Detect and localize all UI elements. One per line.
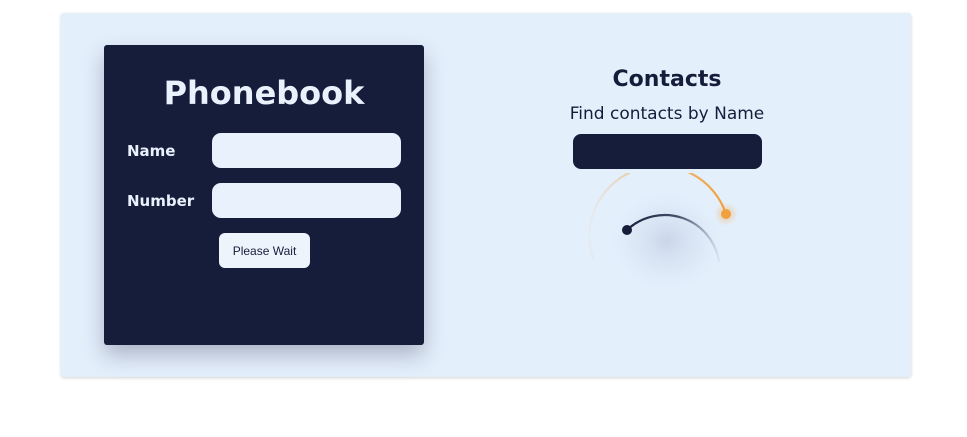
filter-input[interactable]: [573, 134, 762, 169]
add-contact-button[interactable]: Please Wait: [219, 233, 310, 268]
number-input[interactable]: [212, 183, 401, 218]
loader-accent-dot: [721, 209, 731, 219]
phonebook-title: Phonebook: [163, 74, 365, 112]
contacts-title: Contacts: [612, 67, 722, 92]
phonebook-form: Phonebook Name Number Please Wait: [104, 45, 424, 345]
loading-spinner-icon: [588, 173, 738, 296]
name-input[interactable]: [212, 133, 401, 168]
number-label: Number: [127, 192, 195, 210]
loader-dark-dot: [622, 225, 632, 235]
app-container: Phonebook Name Number Please Wait Contac…: [61, 13, 911, 377]
filter-label: Find contacts by Name: [569, 104, 765, 124]
name-label: Name: [127, 142, 176, 160]
